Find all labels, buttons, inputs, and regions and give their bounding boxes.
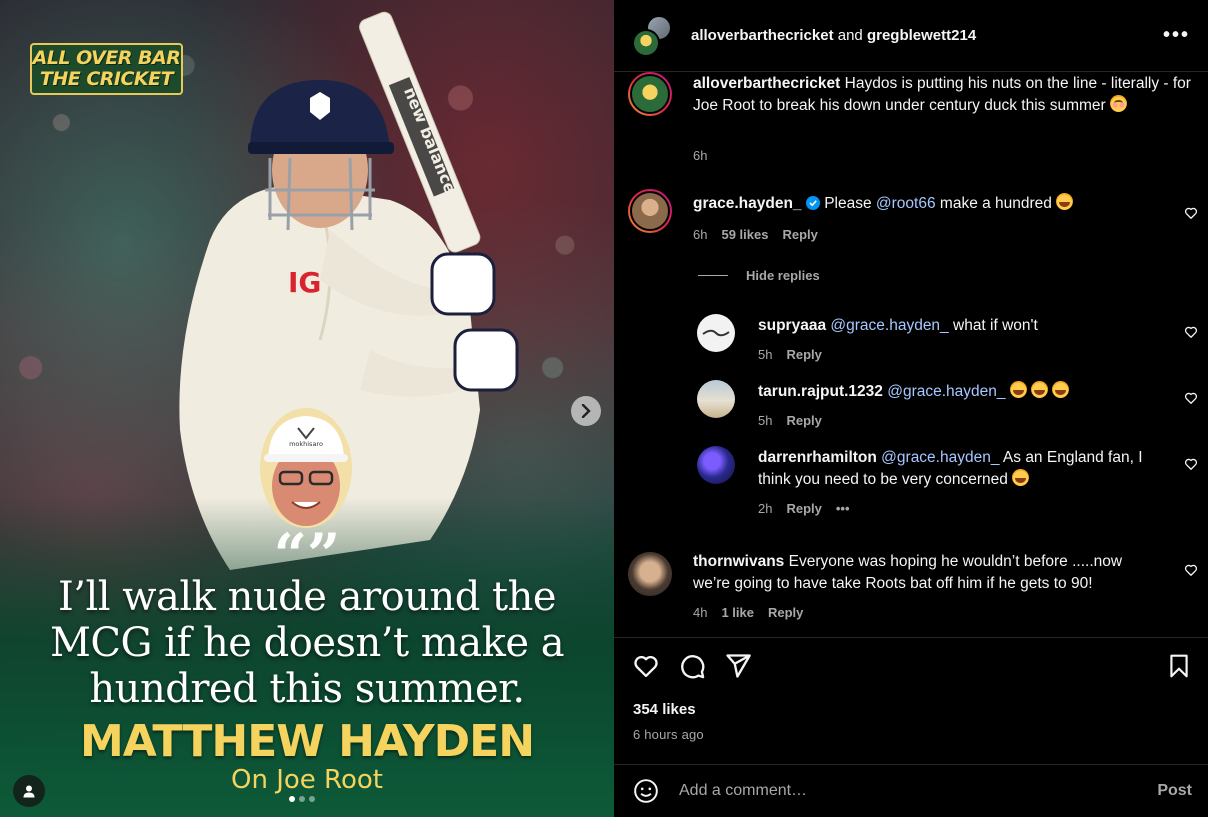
like-comment-heart-icon[interactable] bbox=[1184, 457, 1198, 471]
post-header: alloverbarthecricket and gregblewett214 … bbox=[614, 0, 1208, 72]
post-comment-button[interactable]: Post bbox=[1157, 782, 1192, 800]
comment-icon[interactable] bbox=[678, 652, 706, 680]
comment-time: 2h bbox=[758, 501, 773, 516]
comment-likes[interactable]: 1 like bbox=[721, 605, 754, 620]
caption-time: 6h bbox=[693, 148, 708, 163]
avatar bbox=[632, 28, 660, 57]
tagged-users-button[interactable] bbox=[13, 775, 45, 807]
avatar[interactable] bbox=[628, 552, 672, 596]
reply-button[interactable]: Reply bbox=[786, 501, 821, 516]
comment-time: 6h bbox=[693, 227, 708, 242]
reply-button[interactable]: Reply bbox=[768, 605, 803, 620]
laughing-emoji-icon bbox=[1009, 381, 1027, 398]
author-link[interactable]: gregblewett214 bbox=[867, 27, 976, 44]
laughing-emoji-icon bbox=[1052, 381, 1070, 398]
share-icon[interactable] bbox=[724, 652, 752, 680]
post-time: 6 hours ago bbox=[633, 727, 704, 742]
carousel-indicator bbox=[289, 796, 315, 802]
avatar[interactable] bbox=[697, 314, 735, 352]
likes-count[interactable]: 354 likes bbox=[633, 701, 696, 718]
comment-username[interactable]: darrenrhamilton bbox=[758, 449, 877, 466]
comment-composer: Post bbox=[614, 764, 1208, 817]
comment-time: 5h bbox=[758, 413, 773, 428]
comment-time: 4h bbox=[693, 605, 708, 620]
quote-mark: “” bbox=[273, 521, 341, 589]
avatar[interactable] bbox=[697, 380, 735, 418]
comment-options-button[interactable]: ••• bbox=[836, 501, 850, 516]
caption-username[interactable]: alloverbarthecricket bbox=[693, 75, 840, 92]
quote-block: “” I’ll walk nude around the MCG if he d… bbox=[0, 521, 614, 795]
carousel-next-button[interactable] bbox=[571, 396, 601, 426]
comments-list[interactable]: alloverbarthecricket Haydos is putting h… bbox=[614, 72, 1208, 637]
bookmark-icon[interactable] bbox=[1166, 652, 1192, 680]
divider-line bbox=[698, 275, 728, 276]
like-comment-heart-icon[interactable] bbox=[1184, 563, 1198, 577]
comment-username[interactable]: thornwivans bbox=[693, 553, 784, 570]
like-comment-heart-icon[interactable] bbox=[1184, 325, 1198, 339]
batsman-image: new balance IG bbox=[179, 11, 519, 570]
author-link[interactable]: alloverbarthecricket bbox=[691, 27, 834, 44]
avatar[interactable] bbox=[697, 446, 735, 484]
reply-button[interactable]: Reply bbox=[782, 227, 817, 242]
comment-time: 5h bbox=[758, 347, 773, 362]
quote-author: MATTHEW HAYDEN bbox=[79, 716, 535, 767]
like-heart-icon[interactable] bbox=[632, 652, 660, 680]
carousel-dot bbox=[289, 796, 295, 802]
author-connector: and bbox=[837, 27, 863, 44]
mention-link[interactable]: @grace.hayden_ bbox=[887, 383, 1005, 400]
post-details-panel: alloverbarthecricket and gregblewett214 … bbox=[614, 0, 1208, 817]
hide-replies-label: Hide replies bbox=[746, 268, 820, 283]
mention-link[interactable]: @grace.hayden_ bbox=[830, 317, 948, 334]
laughing-emoji-icon bbox=[1056, 193, 1074, 210]
brand-logo-line2: THE CRICKET bbox=[39, 68, 174, 90]
mention-link[interactable]: @root66 bbox=[876, 195, 936, 212]
brand-logo: ALL OVER BAR THE CRICKET bbox=[30, 43, 183, 95]
chevron-right-icon bbox=[581, 404, 591, 418]
mention-link[interactable]: @grace.hayden_ bbox=[881, 449, 999, 466]
laughing-emoji-icon bbox=[1031, 381, 1049, 398]
post-actions: 354 likes 6 hours ago bbox=[614, 637, 1208, 772]
reply-button[interactable]: Reply bbox=[786, 413, 821, 428]
cap-brand-text: mokhisaro bbox=[289, 440, 323, 448]
post-media[interactable]: new balance IG ALL OVER BAR THE CRICKET bbox=[0, 0, 614, 817]
ig-sponsor-logo: IG bbox=[288, 266, 321, 299]
avatar[interactable] bbox=[628, 72, 672, 116]
hide-replies-button[interactable]: Hide replies bbox=[698, 268, 820, 283]
post-authors: alloverbarthecricket and gregblewett214 bbox=[691, 27, 1163, 44]
comment-username[interactable]: grace.hayden_ bbox=[693, 195, 802, 212]
comment-text: what if won't bbox=[953, 317, 1038, 334]
like-comment-heart-icon[interactable] bbox=[1184, 206, 1198, 220]
collab-avatars[interactable] bbox=[632, 14, 674, 57]
user-icon bbox=[23, 785, 35, 798]
comment-username[interactable]: tarun.rajput.1232 bbox=[758, 383, 883, 400]
brand-logo-line1: ALL OVER BAR bbox=[32, 47, 181, 69]
carousel-dot bbox=[309, 796, 315, 802]
quote-text: I’ll walk nude around the MCG if he does… bbox=[49, 574, 565, 712]
carousel-dot bbox=[299, 796, 305, 802]
matthew-hayden-portrait: mokhisaro bbox=[260, 408, 352, 528]
emoji-picker-icon[interactable] bbox=[633, 778, 659, 804]
avatar[interactable] bbox=[628, 189, 672, 233]
verified-badge-icon bbox=[805, 196, 820, 210]
comment-username[interactable]: supryaaa bbox=[758, 317, 826, 334]
reply-button[interactable]: Reply bbox=[786, 347, 821, 362]
quote-subtitle: On Joe Root bbox=[231, 765, 383, 795]
like-comment-heart-icon[interactable] bbox=[1184, 391, 1198, 405]
flushed-emoji-icon bbox=[1110, 95, 1127, 112]
comment-input[interactable] bbox=[679, 782, 1158, 800]
comment-likes[interactable]: 59 likes bbox=[721, 227, 768, 242]
comment-text: Please bbox=[824, 195, 872, 212]
more-options-button[interactable]: ••• bbox=[1163, 24, 1190, 47]
laughing-emoji-icon bbox=[1012, 469, 1030, 486]
comment-text: make a hundred bbox=[939, 195, 1052, 212]
